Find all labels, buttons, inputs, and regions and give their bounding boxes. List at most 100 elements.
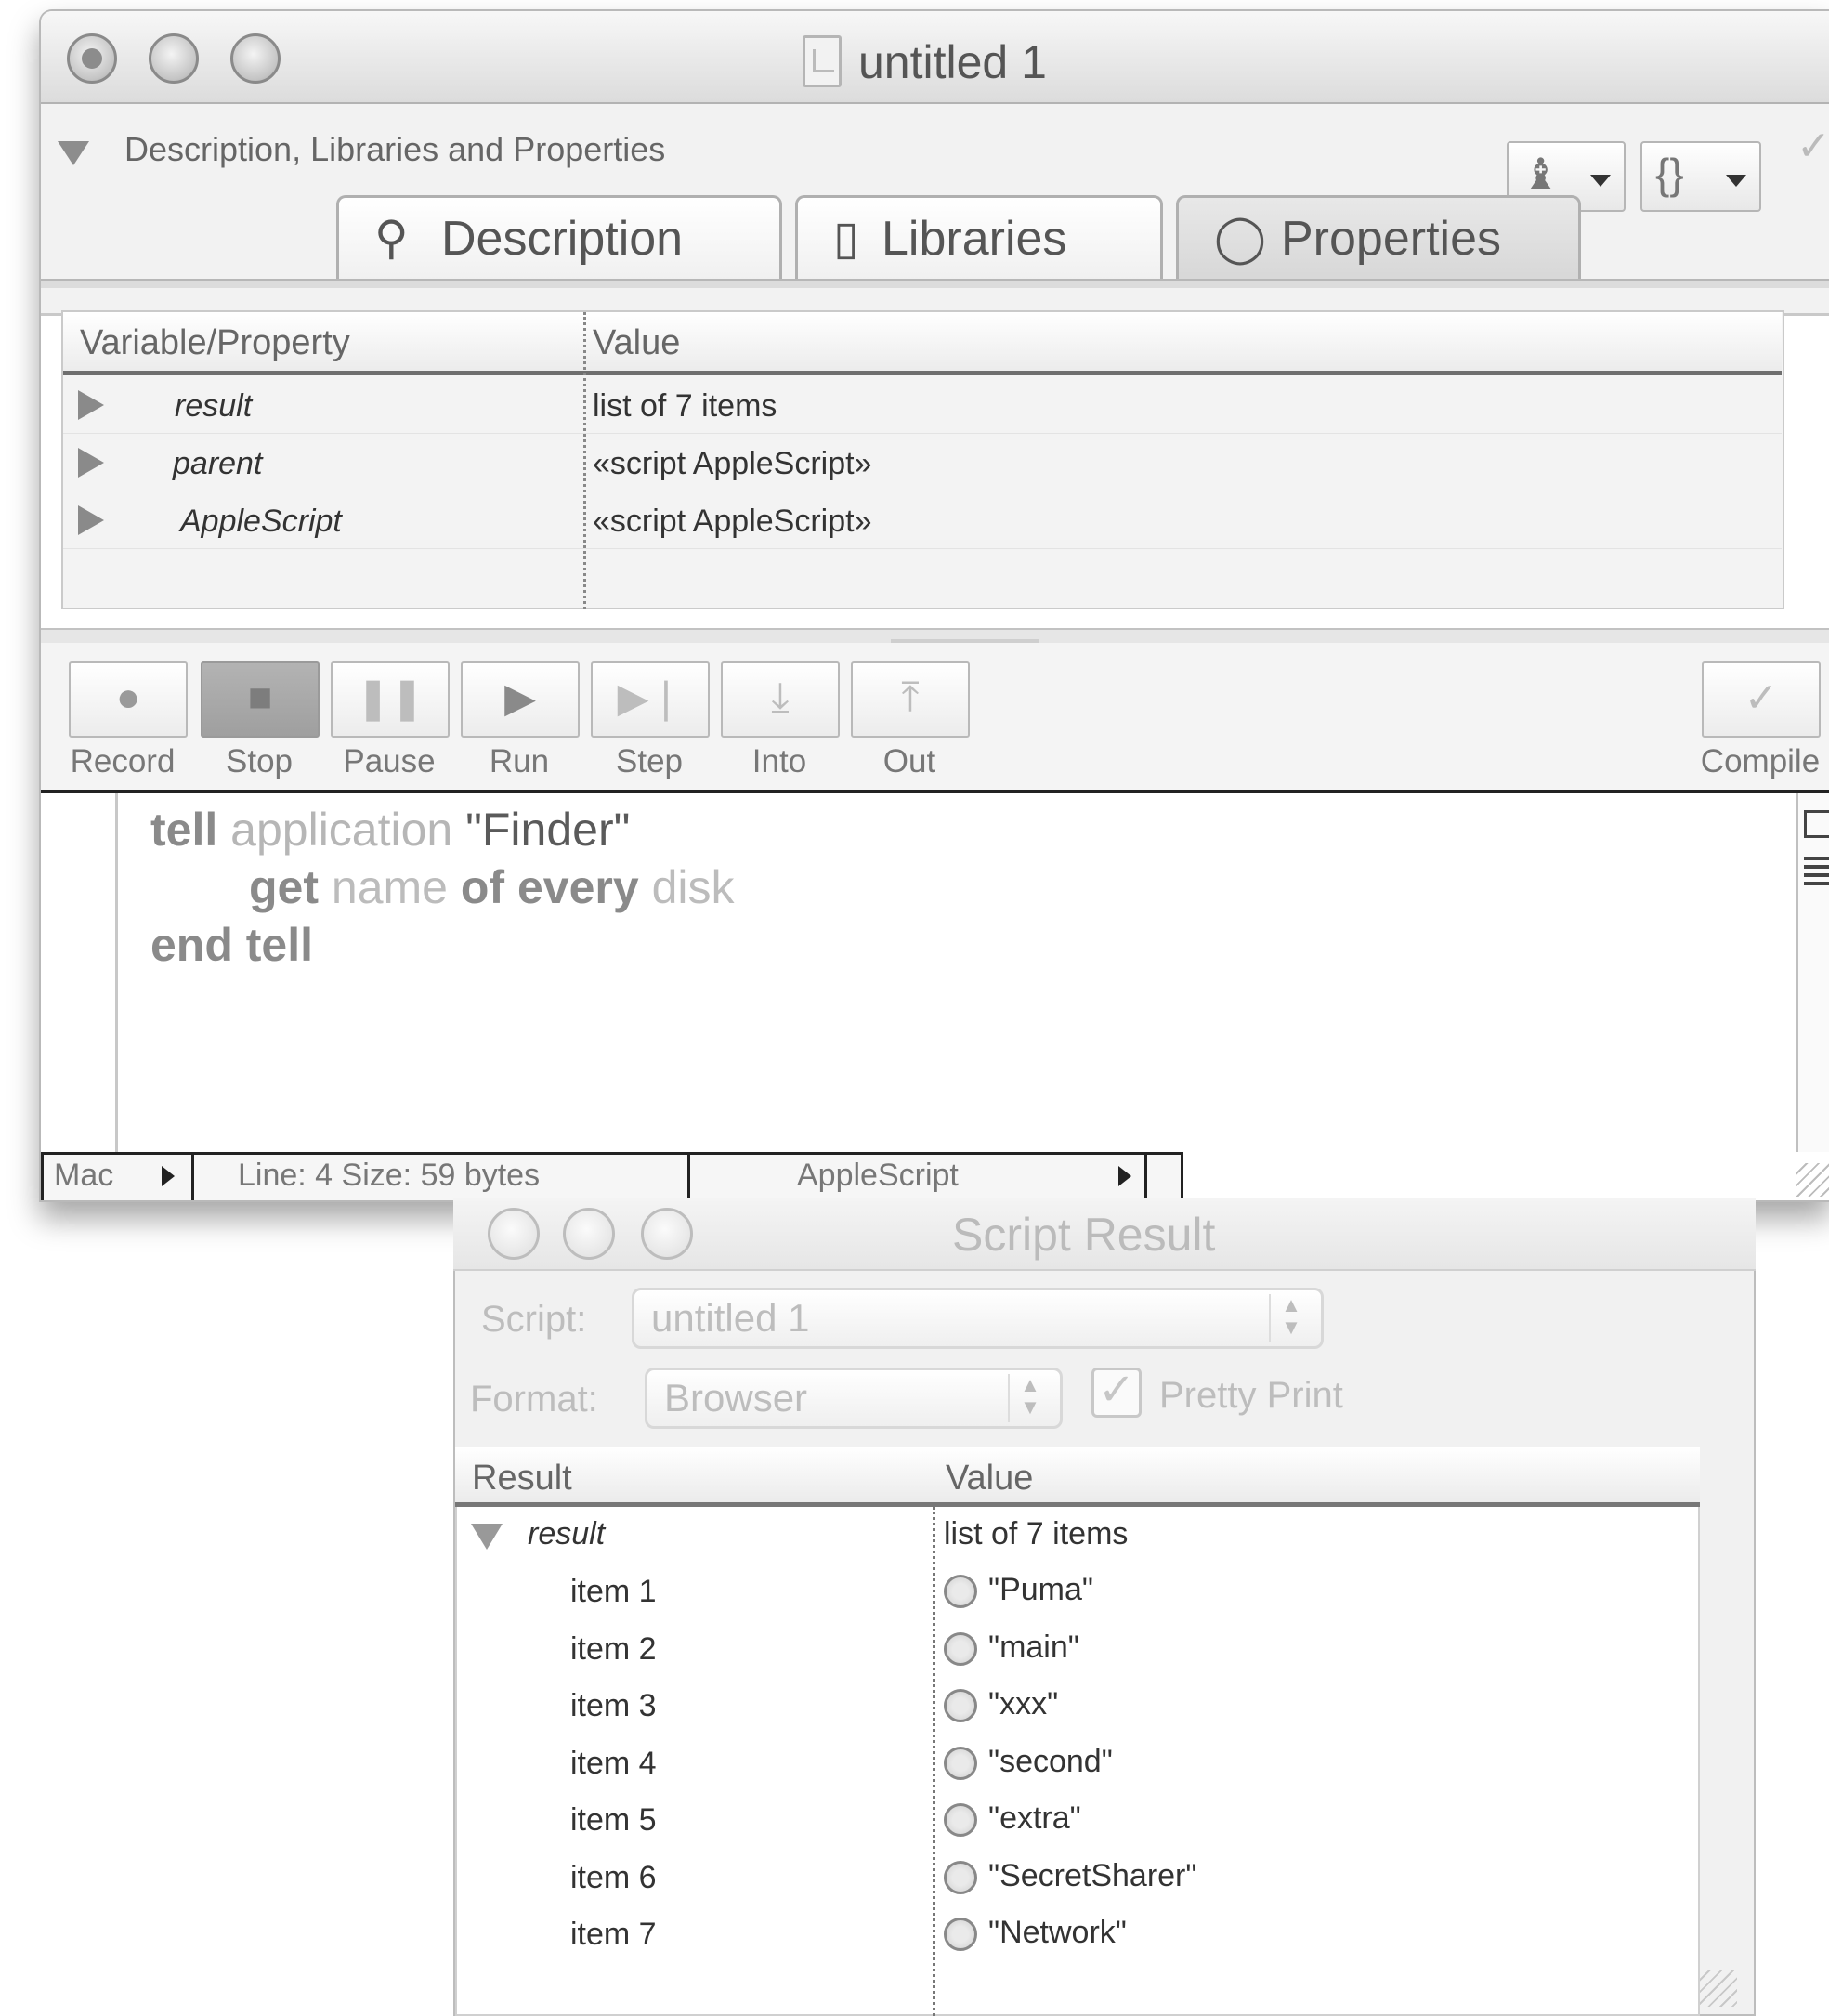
- step-out-button[interactable]: ⤒: [851, 661, 970, 738]
- column-header-result[interactable]: Result: [472, 1459, 572, 1499]
- editor-scrollbar[interactable]: [1796, 793, 1829, 1152]
- close-window-button[interactable]: [488, 1208, 540, 1260]
- chevron-down-icon: [1590, 175, 1611, 187]
- disk-icon: [944, 1689, 977, 1723]
- result-item-name[interactable]: item 2: [570, 1631, 657, 1668]
- language-arrow-icon[interactable]: [1118, 1166, 1131, 1186]
- result-item-name[interactable]: item 6: [570, 1860, 657, 1896]
- pause-button[interactable]: ❚❚: [331, 661, 450, 738]
- column-header-value[interactable]: Value: [593, 323, 680, 363]
- result-item-name[interactable]: item 4: [570, 1746, 657, 1782]
- close-window-button[interactable]: [67, 33, 117, 84]
- result-root-name[interactable]: result: [528, 1516, 605, 1552]
- disclosure-triangle-icon[interactable]: [78, 505, 104, 535]
- editor-gutter: [115, 793, 118, 1152]
- result-item-name[interactable]: item 1: [570, 1574, 657, 1610]
- step-into-button[interactable]: ⤓: [721, 661, 840, 738]
- popup-arrows-icon: ▲ ▼: [1008, 1374, 1051, 1422]
- table-row[interactable]: parent «script AppleScript»: [63, 433, 1782, 491]
- record-icon: ●: [115, 674, 141, 720]
- toolbar: ● Record ■ Stop ❚❚ Pause ▶ Run ▶❘ Step ⤓…: [41, 643, 1829, 792]
- run-button[interactable]: ▶: [461, 661, 580, 738]
- zoom-window-button[interactable]: [641, 1208, 693, 1260]
- tab-libraries[interactable]: ▯ Libraries: [795, 195, 1163, 281]
- column-header-value[interactable]: Value: [946, 1459, 1033, 1499]
- line-ending-arrow-icon[interactable]: [162, 1166, 175, 1186]
- step-button[interactable]: ▶❘: [591, 661, 710, 738]
- circle-icon: ◯: [1214, 212, 1266, 264]
- result-root-value: list of 7 items: [944, 1516, 1129, 1551]
- disclosure-triangle-icon[interactable]: [78, 390, 104, 420]
- result-item-text: "Network": [988, 1915, 1127, 1950]
- minimize-window-button[interactable]: [563, 1208, 615, 1260]
- step-into-icon: ⤓: [771, 674, 790, 720]
- result-item-text: "extra": [988, 1800, 1081, 1836]
- resize-grip-icon[interactable]: [1700, 1970, 1737, 2007]
- table-row[interactable]: result list of 7 items: [63, 375, 1782, 434]
- disclosure-triangle-icon[interactable]: [78, 448, 104, 478]
- status-bar: [41, 1152, 1183, 1200]
- format-label: Format:: [470, 1379, 598, 1420]
- disk-icon: [944, 1575, 977, 1609]
- pretty-print-checkbox[interactable]: ✓: [1091, 1368, 1142, 1418]
- tab-properties-label: Properties: [1281, 212, 1501, 266]
- pause-label: Pause: [343, 743, 436, 779]
- table-header: Variable/Property Value: [63, 312, 1782, 375]
- disclosure-triangle-icon[interactable]: [471, 1524, 503, 1550]
- result-item-value: "main": [944, 1630, 1079, 1666]
- tab-underline: [41, 279, 1829, 288]
- tab-description[interactable]: ⚲ Description: [336, 195, 782, 281]
- result-window-title: Script Result: [952, 1209, 1216, 1261]
- stop-icon: ■: [247, 674, 273, 720]
- status-divider: [687, 1152, 690, 1200]
- drawer-disclosure-icon[interactable]: [58, 141, 89, 165]
- property-value: «script AppleScript»: [593, 446, 872, 481]
- line-ending-menu[interactable]: Mac: [54, 1158, 113, 1200]
- step-out-icon: ⤒: [901, 674, 920, 720]
- language-label: AppleScript: [797, 1158, 959, 1193]
- format-popup[interactable]: Browser ▲ ▼: [645, 1368, 1063, 1429]
- tab-properties[interactable]: ◯ Properties: [1176, 195, 1581, 281]
- code-keyword: every: [517, 861, 639, 913]
- property-name: parent: [173, 446, 263, 481]
- chevron-down-icon: [1726, 175, 1746, 187]
- status-divider: [191, 1152, 194, 1200]
- format-popup-value: Browser: [664, 1376, 808, 1420]
- result-item-value: "Puma": [944, 1572, 1093, 1609]
- language-menu[interactable]: AppleScript: [797, 1158, 959, 1200]
- code-snippet-menu[interactable]: {}: [1640, 141, 1761, 212]
- minimize-window-button[interactable]: [149, 33, 199, 84]
- property-value: «script AppleScript»: [593, 504, 872, 539]
- compile-button[interactable]: ✓: [1702, 661, 1821, 738]
- navigation-menu-icon[interactable]: [1804, 857, 1829, 890]
- split-view-button[interactable]: [1804, 810, 1829, 838]
- result-item-name[interactable]: item 7: [570, 1917, 657, 1953]
- book-icon: ▯: [833, 212, 859, 264]
- checkmark-icon[interactable]: ✓: [1796, 123, 1829, 170]
- script-label: Script:: [481, 1299, 587, 1340]
- tab-libraries-label: Libraries: [882, 212, 1067, 266]
- result-item-name[interactable]: item 5: [570, 1802, 657, 1839]
- zoom-window-button[interactable]: [230, 33, 281, 84]
- code-line-3[interactable]: end tell: [150, 918, 313, 972]
- disk-icon: [944, 1631, 977, 1666]
- record-button[interactable]: ●: [69, 661, 188, 738]
- tab-description-label: Description: [441, 212, 684, 266]
- pretty-print-label: Pretty Print: [1159, 1375, 1343, 1416]
- code-line-1[interactable]: tell application "Finder": [150, 803, 630, 857]
- result-item-text: "main": [988, 1629, 1079, 1665]
- result-item-value: "extra": [944, 1800, 1081, 1838]
- result-item-name[interactable]: item 3: [570, 1688, 657, 1724]
- code-keyword: end tell: [150, 919, 314, 971]
- result-item-value: "second": [944, 1744, 1113, 1780]
- result-table-header: [455, 1447, 1700, 1507]
- code-line-2[interactable]: get name of every disk: [249, 860, 735, 914]
- result-item-value: "SecretSharer": [944, 1858, 1196, 1894]
- column-header-variable[interactable]: Variable/Property: [80, 323, 350, 363]
- code-keyword: of: [460, 861, 505, 913]
- resize-grip-icon[interactable]: [1796, 1163, 1829, 1197]
- into-label: Into: [751, 743, 807, 779]
- script-popup[interactable]: untitled 1 ▲ ▼: [632, 1288, 1324, 1349]
- stop-button[interactable]: ■: [201, 661, 320, 738]
- table-row[interactable]: AppleScript «script AppleScript»: [63, 491, 1782, 549]
